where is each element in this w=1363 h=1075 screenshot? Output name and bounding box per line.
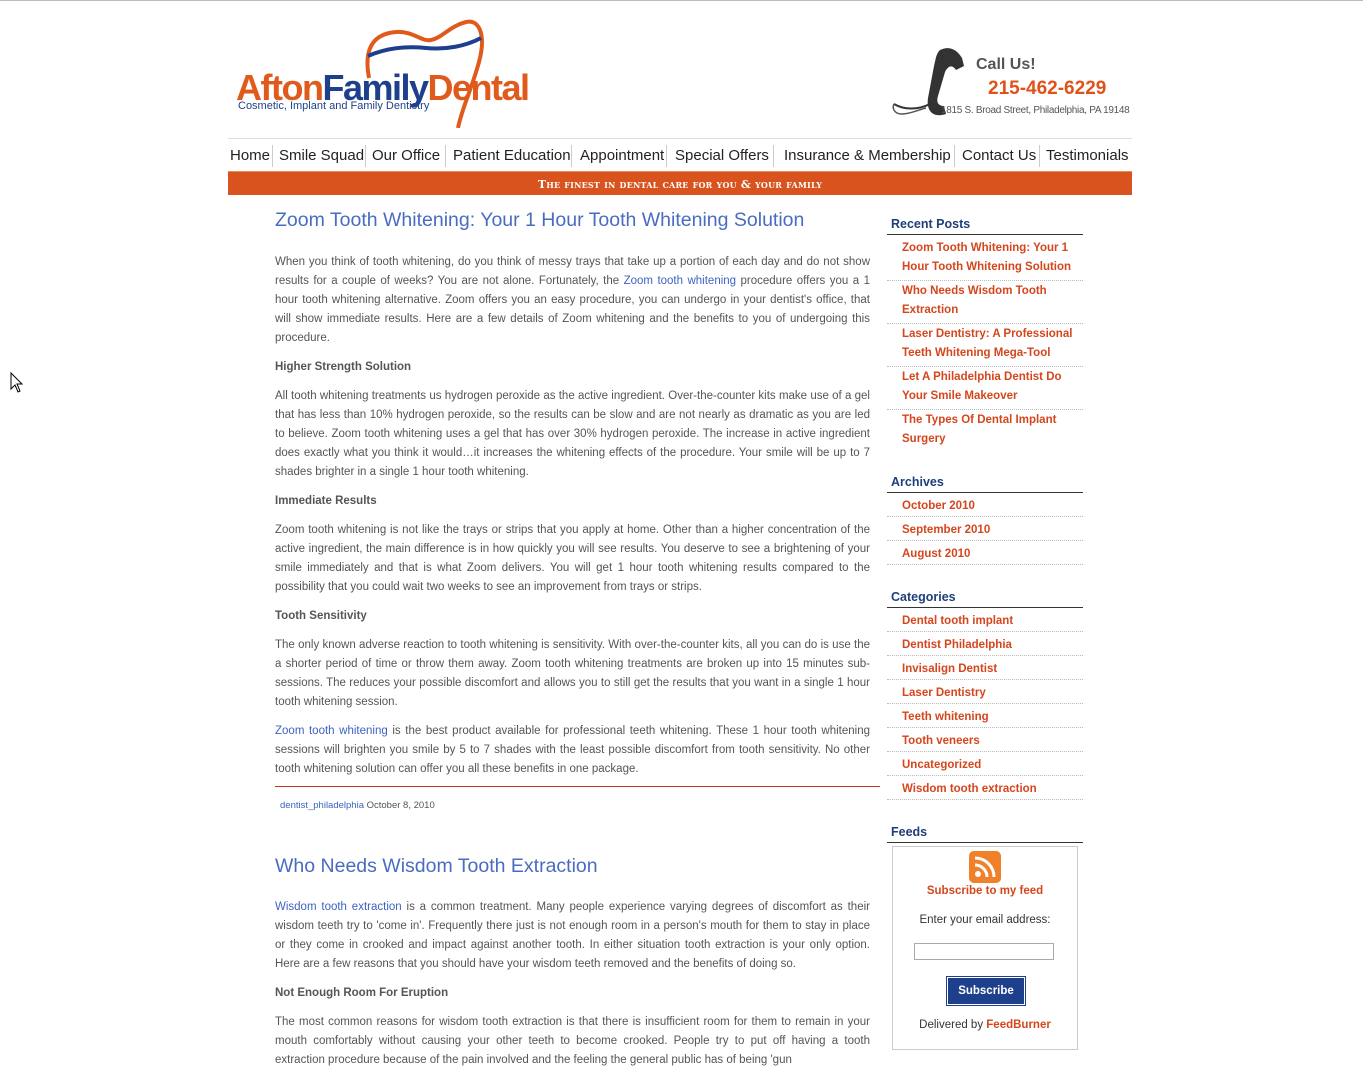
post-paragraph: All tooth whitening treatments us hydrog…	[275, 390, 870, 478]
category-link[interactable]: Uncategorized	[902, 756, 1084, 775]
divider	[887, 727, 1083, 728]
feeds-heading: Feeds	[891, 825, 928, 839]
divider	[887, 775, 1083, 776]
category-link[interactable]: Wisdom tooth extraction	[902, 780, 1084, 799]
divider	[887, 751, 1083, 752]
rss-feed-icon[interactable]	[969, 851, 1001, 883]
divider	[887, 799, 1083, 800]
post-subheading: Tooth Sensitivity	[275, 610, 367, 622]
post-paragraph: The only known adverse reaction to tooth…	[275, 639, 870, 708]
main-content: Zoom Tooth Whitening: Your 1 Hour Tooth …	[275, 205, 870, 779]
nav-separator	[954, 145, 955, 167]
main-nav: Home Smile Squad Our Office Patient Educ…	[228, 138, 1132, 171]
divider	[887, 409, 1083, 410]
post-subheading: Immediate Results	[275, 495, 377, 507]
archives-heading: Archives	[891, 475, 944, 489]
top-border	[0, 0, 1363, 1]
nav-our-office[interactable]: Our Office	[372, 147, 440, 164]
category-link[interactable]: Invisalign Dentist	[902, 660, 1084, 679]
nav-home[interactable]: Home	[230, 147, 270, 164]
divider	[887, 679, 1083, 680]
post-paragraph: When you think of tooth whitening, do yo…	[275, 256, 870, 344]
recent-post-link[interactable]: The Types Of Dental Implant Surgery	[902, 411, 1084, 449]
nav-separator	[365, 145, 366, 167]
archive-link[interactable]: September 2010	[902, 521, 1084, 540]
divider	[887, 631, 1083, 632]
second-post: Who Needs Wisdom Tooth Extraction Wisdom…	[275, 851, 870, 1070]
post-subheading: Not Enough Room For Eruption	[275, 987, 449, 999]
zoom-whitening-link[interactable]: Zoom tooth whitening	[624, 275, 736, 287]
nav-separator	[571, 145, 572, 167]
categories-heading: Categories	[891, 590, 956, 604]
heading-underline	[887, 492, 1083, 493]
category-link[interactable]: Tooth veneers	[902, 732, 1084, 751]
divider	[887, 703, 1083, 704]
divider	[887, 564, 1083, 565]
post-author-link[interactable]: dentist_philadelphia	[280, 800, 364, 811]
subscribe-button[interactable]: Subscribe	[946, 976, 1026, 1006]
recent-post-link[interactable]: Who Needs Wisdom Tooth Extraction	[902, 282, 1084, 320]
banner-text: The finest in dental care for you & your…	[537, 178, 823, 191]
heading-underline	[887, 607, 1083, 608]
nav-contact-us[interactable]: Contact Us	[962, 147, 1036, 164]
category-link[interactable]: Laser Dentistry	[902, 684, 1084, 703]
category-link[interactable]: Dentist Philadelphia	[902, 636, 1084, 655]
post-title[interactable]: Who Needs Wisdom Tooth Extraction	[275, 851, 870, 881]
email-input[interactable]	[914, 943, 1054, 960]
heading-underline	[887, 842, 1083, 843]
email-label: Enter your email address:	[919, 914, 1051, 926]
nav-testimonials[interactable]: Testimonials	[1046, 147, 1129, 164]
office-address: 1815 S. Broad Street, Philadelphia, PA 1…	[941, 105, 1130, 116]
feedburner-link[interactable]: FeedBurner	[986, 1019, 1051, 1031]
post-paragraph: Zoom tooth whitening is not like the tra…	[275, 524, 870, 593]
post-paragraph: Wisdom tooth extraction is a common trea…	[275, 901, 870, 970]
divider	[887, 366, 1083, 367]
phone-number[interactable]: 215-462-6229	[988, 78, 1106, 100]
nav-separator	[666, 145, 667, 167]
post-paragraph: Zoom tooth whitening is the best product…	[275, 725, 871, 775]
call-us-box: Call Us! 215-462-6229 1815 S. Broad Stre…	[890, 40, 1135, 124]
nav-separator	[773, 145, 774, 167]
archive-link[interactable]: October 2010	[902, 497, 1084, 516]
nav-separator	[445, 145, 446, 167]
nav-patient-education[interactable]: Patient Education	[453, 147, 571, 164]
nav-separator	[272, 145, 273, 167]
divider	[887, 280, 1083, 281]
category-link[interactable]: Teeth whitening	[902, 708, 1084, 727]
post-divider	[275, 786, 880, 787]
post-date: October 8, 2010	[366, 800, 435, 811]
nav-appointment[interactable]: Appointment	[580, 147, 664, 164]
category-link[interactable]: Dental tooth implant	[902, 612, 1084, 631]
recent-post-link[interactable]: Laser Dentistry: A Professional Teeth Wh…	[902, 325, 1084, 363]
nav-insurance-membership[interactable]: Insurance & Membership	[784, 147, 951, 164]
post-title[interactable]: Zoom Tooth Whitening: Your 1 Hour Tooth …	[275, 205, 870, 235]
site-logo[interactable]: AftonFamilyDental Cosmetic, Implant and …	[236, 16, 576, 128]
delivered-by: Delivered by FeedBurner	[919, 1019, 1051, 1031]
nav-separator	[1039, 145, 1040, 167]
divider	[887, 323, 1083, 324]
post-subheading: Higher Strength Solution	[275, 361, 412, 373]
divider	[887, 540, 1083, 541]
nav-smile-squad[interactable]: Smile Squad	[279, 147, 364, 164]
archive-link[interactable]: August 2010	[902, 545, 1084, 564]
recent-post-link[interactable]: Let A Philadelphia Dentist Do Your Smile…	[902, 368, 1084, 406]
mouse-cursor-icon	[10, 372, 24, 393]
logo-tagline: Cosmetic, Implant and Family Dentistry	[238, 100, 430, 112]
post-paragraph: The most common reasons for wisdom tooth…	[275, 1016, 870, 1066]
post-meta: dentist_philadelphia October 8, 2010	[280, 800, 435, 811]
subscribe-feed-link[interactable]: Subscribe to my feed	[893, 885, 1077, 897]
call-us-label: Call Us!	[976, 56, 1036, 73]
recent-posts-heading: Recent Posts	[891, 217, 971, 231]
nav-special-offers[interactable]: Special Offers	[675, 147, 769, 164]
divider	[887, 516, 1083, 517]
recent-post-link[interactable]: Zoom Tooth Whitening: Your 1 Hour Tooth …	[902, 239, 1084, 277]
tagline-banner: The finest in dental care for you & your…	[228, 171, 1132, 195]
feed-box: Subscribe to my feed Enter your email ad…	[892, 846, 1078, 1050]
zoom-whitening-link[interactable]: Zoom tooth whitening	[275, 725, 388, 737]
divider	[887, 655, 1083, 656]
wisdom-extraction-link[interactable]: Wisdom tooth extraction	[275, 901, 402, 913]
heading-underline	[887, 234, 1083, 235]
